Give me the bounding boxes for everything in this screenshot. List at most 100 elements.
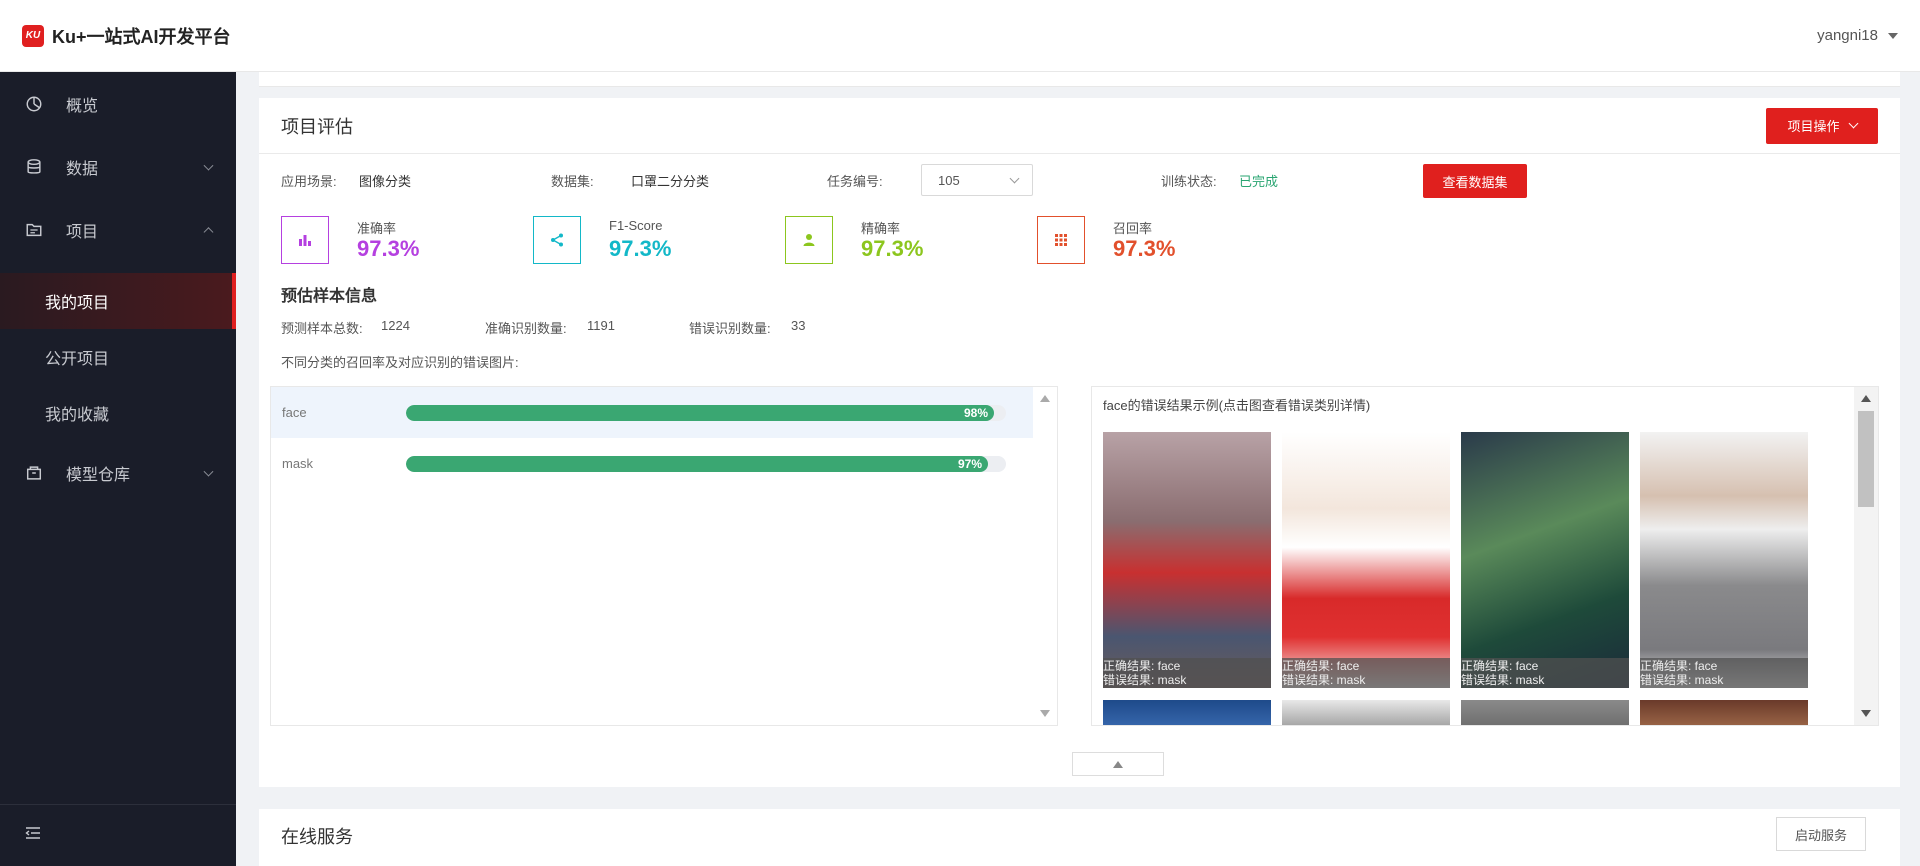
sidebar-sub-my-projects[interactable]: 我的项目 [0,273,236,329]
thumbnail-caption: 正确结果: face 错误结果: mask [1461,658,1629,688]
error-thumbnail[interactable] [1640,700,1808,725]
error-samples-title: face的错误结果示例(点击图查看错误类别详情) [1103,398,1371,413]
metric-value: 97.3% [1113,236,1176,261]
metrics-row: 准确率 97.3% F1-Score 97.3% 精确率 97.3% 召回率 9… [281,216,1281,264]
metric-label: F1-Score [609,218,663,233]
error-thumbnail[interactable]: 正确结果: face 错误结果: mask [1461,432,1629,688]
metric-value: 97.3% [861,236,924,261]
status-label: 训练状态: [1161,173,1217,189]
class-recall-list[interactable]: face 98% mask 97% [270,386,1058,726]
correct-value: 1191 [587,318,615,333]
sidebar-item-label: 概览 [66,97,99,115]
thumbnail-caption: 正确结果: face 错误结果: mask [1103,658,1271,688]
error-thumbnail[interactable]: 正确结果: face 错误结果: mask [1282,432,1450,688]
metric-label: 准确率 [357,221,397,236]
sidebar-sub-favorites[interactable]: 我的收藏 [0,385,236,441]
correct-result: 正确结果: face [1461,659,1539,673]
scroll-up-icon[interactable] [1861,395,1871,402]
card-title: 项目评估 [281,116,353,137]
scroll-up-icon[interactable] [1040,395,1050,402]
caret-down-icon [1888,32,1898,39]
user-icon [785,216,833,264]
sidebar-item-data[interactable]: 数据 [0,135,236,198]
metric-label: 精确率 [861,221,901,236]
info-row: 应用场景: 图像分类 数据集: 口罩二分分类 任务编号: 105 训练状态: 已… [281,164,1581,198]
recall-pct: 97% [957,457,982,471]
scenario-value: 图像分类 [359,173,412,189]
scenario-label: 应用场景: [281,173,337,189]
error-thumbnail[interactable]: 正确结果: face 错误结果: mask [1103,432,1271,688]
recall-bar-fill: 97% [406,456,988,472]
wrong-result: 错误结果: mask [1640,673,1724,687]
recall-bar-track: 97% [406,456,1006,472]
sidebar-item-label: 项目 [66,223,99,241]
chevron-down-icon [1009,173,1020,184]
card-header: 项目评估 项目操作 [259,98,1900,154]
sidebar-item-project[interactable]: 项目 [0,198,236,261]
total-value: 1224 [381,318,410,333]
top-header: KU Ku+一站式AI开发平台 yangni18 [0,0,1920,72]
previous-card-edge [259,72,1900,87]
metric-label: 召回率 [1113,221,1153,236]
sidebar-collapse-toggle[interactable] [0,804,236,866]
sidebar: 概览 数据 项目 我的项目 公开项目 我的收藏 模型仓库 [0,72,236,866]
scroll-down-icon[interactable] [1861,710,1871,717]
username: yangni18 [1817,27,1878,44]
chevron-down-icon [203,466,214,477]
project-evaluation-card: 项目评估 项目操作 应用场景: 图像分类 数据集: 口罩二分分类 任务编号: 1… [259,98,1900,787]
sidebar-item-label: 数据 [66,160,99,178]
chevron-down-icon [203,160,214,171]
error-thumbnail[interactable] [1461,700,1629,725]
total-label: 预测样本总数: [281,321,363,336]
sidebar-item-model-repo[interactable]: 模型仓库 [0,441,236,504]
error-samples-panel: face的错误结果示例(点击图查看错误类别详情) 正确结果: face 错误结果… [1091,386,1879,726]
triangle-up-icon [1113,760,1123,768]
sidebar-item-label: 模型仓库 [66,466,131,484]
project-actions-button[interactable]: 项目操作 [1766,107,1878,144]
logo-icon[interactable]: KU [22,24,44,47]
list-item[interactable]: mask 97% [271,438,1057,489]
status-value: 已完成 [1239,173,1279,189]
grid-icon [1037,216,1085,264]
dashboard-icon [24,94,44,114]
correct-result: 正确结果: face [1103,659,1181,673]
start-service-button[interactable]: 启动服务 [1776,817,1866,851]
error-panel-scrollbar[interactable] [1854,387,1878,725]
main-content: 项目评估 项目操作 应用场景: 图像分类 数据集: 口罩二分分类 任务编号: 1… [236,72,1920,866]
list-item[interactable]: face 98% [271,387,1057,438]
metric-value: 97.3% [357,236,420,261]
error-thumbnail[interactable]: 正确结果: face 错误结果: mask [1640,432,1808,688]
sample-stats: 预测样本总数: 1224 准确识别数量: 1191 错误识别数量: 33 [281,318,981,338]
thumbnail-caption: 正确结果: face 错误结果: mask [1640,658,1808,688]
recall-bar-track: 98% [406,405,1006,421]
wrong-result: 错误结果: mask [1461,673,1545,687]
sidebar-sub-public-projects[interactable]: 公开项目 [0,329,236,385]
scroll-down-icon[interactable] [1040,710,1050,717]
recall-bar-fill: 98% [406,405,994,421]
view-dataset-button[interactable]: 查看数据集 [1423,164,1527,198]
scrollbar-thumb[interactable] [1858,411,1874,507]
wrong-result: 错误结果: mask [1282,673,1366,687]
collapse-button[interactable] [1072,752,1164,776]
task-select-value: 105 [938,172,960,188]
sidebar-item-overview[interactable]: 概览 [0,72,236,135]
class-name: face [282,405,307,420]
package-icon [24,463,44,483]
button-label: 项目操作 [1787,119,1840,134]
error-thumbnail[interactable] [1103,700,1271,725]
wrong-value: 33 [791,318,806,333]
folder-icon [24,220,44,240]
task-select[interactable]: 105 [921,164,1033,196]
task-label: 任务编号: [827,173,883,189]
bar-chart-icon [281,216,329,264]
online-service-title: 在线服务 [281,827,353,847]
dataset-label: 数据集: [551,173,594,189]
wrong-label: 错误识别数量: [689,321,771,336]
user-menu[interactable]: yangni18 [1817,27,1898,44]
sample-info-title: 预估样本信息 [281,288,378,305]
class-name: mask [282,456,314,471]
menu-fold-icon [24,824,42,847]
error-thumbnail[interactable] [1282,700,1450,725]
list-scrollbar[interactable] [1033,387,1057,725]
app-title[interactable]: Ku+一站式AI开发平台 [52,23,231,49]
